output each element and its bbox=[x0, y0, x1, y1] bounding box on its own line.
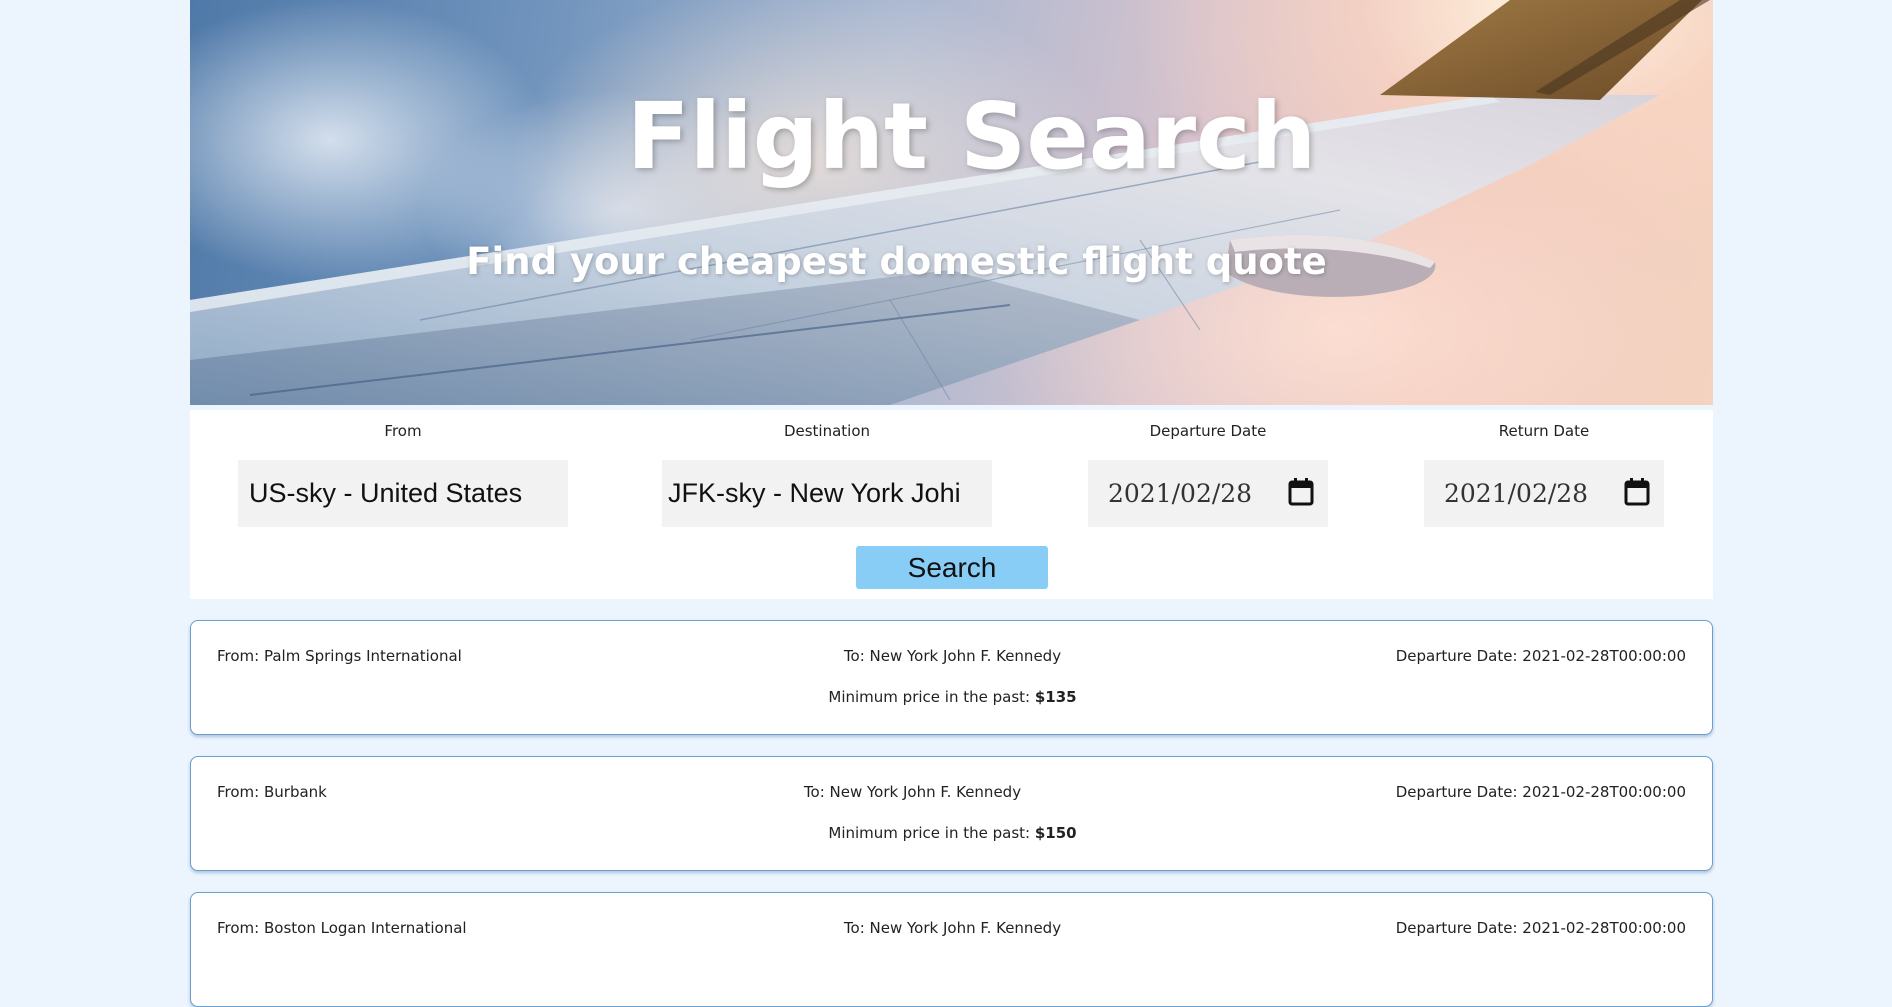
search-button[interactable]: Search bbox=[856, 546, 1048, 589]
result-departure-date: Departure Date: 2021-02-28T00:00:00 bbox=[1395, 783, 1686, 801]
from-label: From bbox=[384, 422, 422, 440]
from-input[interactable]: US-sky - United States bbox=[238, 460, 568, 527]
return-date-field: Return Date 2021/02/28 bbox=[1424, 410, 1664, 527]
departure-date-label: Departure Date bbox=[1149, 422, 1267, 440]
result-departure-date: Departure Date: 2021-02-28T00:00:00 bbox=[1395, 919, 1686, 937]
result-card: From: Burbank To: New York John F. Kenne… bbox=[190, 756, 1713, 871]
calendar-icon[interactable] bbox=[1624, 478, 1650, 506]
result-departure-date: Departure Date: 2021-02-28T00:00:00 bbox=[1395, 647, 1686, 665]
price-value: $150 bbox=[1034, 824, 1077, 842]
return-date-label: Return Date bbox=[1498, 422, 1590, 440]
destination-input[interactable]: JFK-sky - New York Johi bbox=[662, 460, 992, 527]
departure-date-field: Departure Date 2021/02/28 bbox=[1088, 410, 1328, 527]
search-form: From US-sky - United States Destination … bbox=[190, 410, 1713, 599]
destination-label: Destination bbox=[783, 422, 871, 440]
price-label: Minimum price in the past: bbox=[828, 824, 1035, 842]
price-value: $135 bbox=[1034, 688, 1077, 706]
page-subtitle: Find your cheapest domestic flight quote bbox=[466, 240, 1327, 283]
result-card: From: Palm Springs International To: New… bbox=[190, 620, 1713, 735]
price-label: Minimum price in the past: bbox=[828, 688, 1035, 706]
destination-field: Destination JFK-sky - New York Johi bbox=[662, 410, 992, 527]
return-date-value: 2021/02/28 bbox=[1444, 479, 1589, 508]
hero-banner: Flight Search Find your cheapest domesti… bbox=[190, 0, 1713, 405]
result-card: From: Boston Logan International To: New… bbox=[190, 892, 1713, 1007]
departure-date-value: 2021/02/28 bbox=[1108, 479, 1253, 508]
return-date-input[interactable]: 2021/02/28 bbox=[1424, 460, 1664, 527]
page-container: Flight Search Find your cheapest domesti… bbox=[190, 0, 1713, 1007]
from-field: From US-sky - United States bbox=[238, 410, 568, 527]
result-price-line: Minimum price in the past: $150 bbox=[191, 824, 1714, 842]
departure-date-input[interactable]: 2021/02/28 bbox=[1088, 460, 1328, 527]
result-price-line: Minimum price in the past: $135 bbox=[191, 688, 1714, 706]
airplane-wing-image bbox=[190, 0, 1710, 405]
calendar-icon[interactable] bbox=[1288, 478, 1314, 506]
page-title: Flight Search bbox=[626, 83, 1317, 190]
